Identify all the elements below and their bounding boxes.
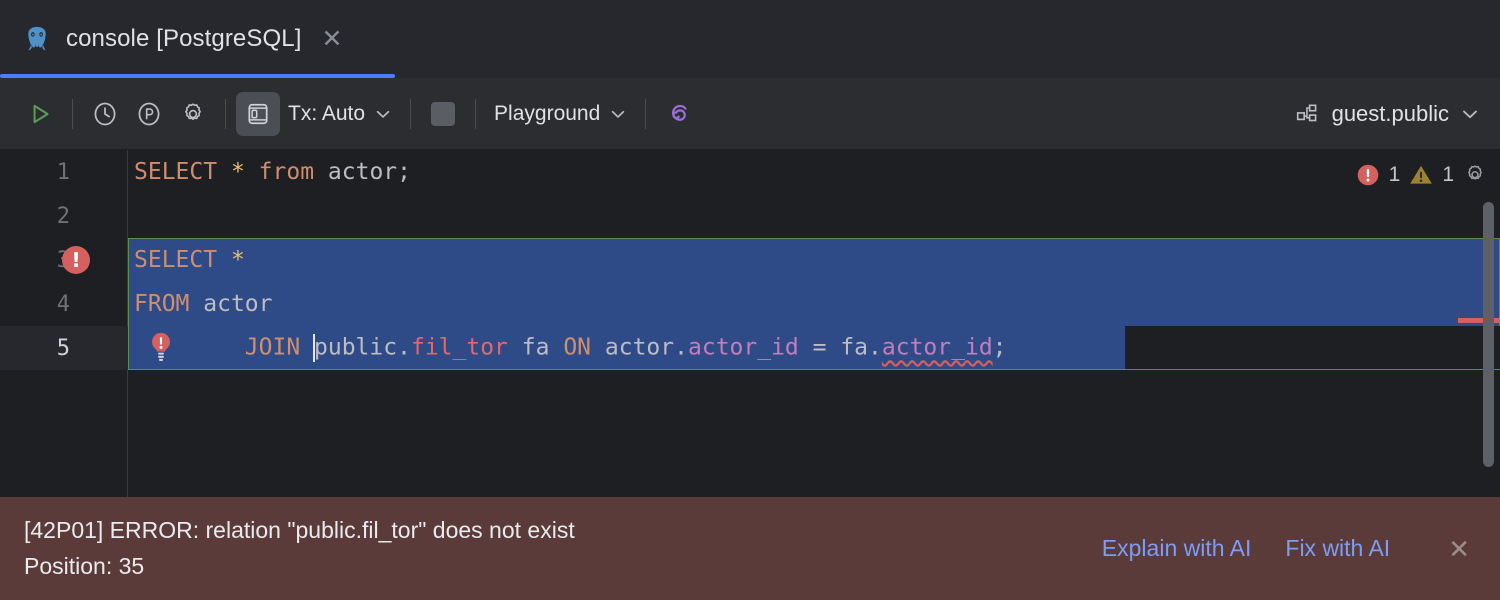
warning-count: 1 — [1442, 163, 1454, 187]
code-line-1[interactable]: SELECT * from actor; — [128, 150, 1500, 194]
stop-icon — [431, 102, 455, 126]
lightbulb-icon[interactable] — [146, 331, 176, 365]
stop-button[interactable] — [421, 92, 465, 136]
settings-button[interactable] — [171, 92, 215, 136]
fix-with-ai-link[interactable]: Fix with AI — [1285, 535, 1390, 562]
parameters-p-icon — [135, 100, 163, 128]
inspections-gear-icon[interactable] — [1462, 162, 1488, 188]
line-number: 1 — [57, 160, 70, 185]
error-message: [42P01] ERROR: relation "public.fil_tor"… — [24, 513, 575, 584]
line-number: 5 — [57, 336, 70, 361]
warning-triangle-icon[interactable] — [1408, 162, 1434, 188]
tab-console-postgresql[interactable]: console [PostgreSQL] ✕ — [0, 0, 366, 78]
postgresql-elephant-icon — [22, 24, 52, 54]
inspections-widget[interactable]: 1 1 — [1355, 162, 1488, 188]
gutter-row-1: 1 — [0, 150, 128, 194]
transaction-mode-dropdown[interactable]: Tx: Auto — [280, 102, 400, 126]
code-line-4-text: FROM actor — [128, 291, 273, 317]
gear-icon — [179, 100, 207, 128]
code-line-5[interactable]: JOIN public.fil_tor fa ON actor.actor_id… — [128, 326, 1500, 370]
explain-with-ai-link[interactable]: Explain with AI — [1102, 535, 1252, 562]
code-line-4[interactable]: FROM actor — [128, 282, 1500, 326]
tab-bar: console [PostgreSQL] ✕ — [0, 0, 1500, 78]
tab-title: console [PostgreSQL] — [66, 25, 301, 53]
datagrip-console-window: console [PostgreSQL] ✕ — [0, 0, 1500, 600]
line-number: 2 — [57, 204, 70, 229]
code-line-3-text: SELECT * — [128, 247, 245, 273]
code-line-3[interactable]: SELECT * — [128, 238, 1500, 282]
ai-assistant-button[interactable] — [656, 92, 700, 136]
tab-close-icon[interactable]: ✕ — [321, 27, 342, 52]
run-icon — [27, 101, 53, 127]
history-button[interactable] — [83, 92, 127, 136]
toolbar-separator-3 — [410, 99, 411, 129]
gutter-error-icon[interactable]: ! — [62, 246, 90, 274]
gutter-row-4: 4 — [0, 282, 128, 326]
error-banner: [42P01] ERROR: relation "public.fil_tor"… — [0, 497, 1500, 600]
gutter-row-3: 3 ! — [0, 238, 128, 282]
run-button[interactable] — [18, 92, 62, 136]
code-area[interactable]: SELECT * from actor; SELECT * FROM actor — [128, 150, 1500, 497]
code-line-2[interactable] — [128, 194, 1500, 238]
chevron-down-icon — [1460, 104, 1480, 124]
editor-layout-icon — [245, 101, 271, 127]
toolbar-separator-4 — [475, 99, 476, 129]
session-dropdown[interactable]: Playground — [486, 102, 635, 126]
close-banner-icon[interactable]: ✕ — [1448, 536, 1470, 562]
schema-selector[interactable]: guest.public — [1289, 101, 1486, 127]
sql-editor[interactable]: 1 2 3 ! 4 5 SELECT * from actor; — [0, 150, 1500, 497]
console-toolbar: Tx: Auto Playground — [0, 78, 1500, 150]
session-label: Playground — [494, 102, 600, 126]
chevron-down-icon — [374, 105, 392, 123]
error-circle-icon[interactable] — [1355, 162, 1381, 188]
editor-layout-button[interactable] — [236, 92, 280, 136]
line-number: 4 — [57, 292, 70, 317]
error-banner-actions: Explain with AI Fix with AI ✕ — [1102, 535, 1470, 562]
editor-vertical-scrollbar[interactable] — [1483, 202, 1494, 467]
code-line-5-text: JOIN public.fil_tor fa ON actor.actor_id… — [128, 334, 1007, 362]
code-line-1-text: SELECT * from actor; — [128, 159, 411, 185]
chevron-down-icon — [609, 105, 627, 123]
ai-assistant-icon — [664, 100, 692, 128]
schema-label: guest.public — [1332, 101, 1449, 127]
error-count: 1 — [1389, 163, 1401, 187]
schema-hierarchy-icon — [1295, 101, 1321, 127]
gutter-row-5: 5 — [0, 326, 128, 370]
parameters-button[interactable] — [127, 92, 171, 136]
toolbar-separator-1 — [72, 99, 73, 129]
editor-gutter[interactable]: 1 2 3 ! 4 5 — [0, 150, 128, 497]
toolbar-separator-2 — [225, 99, 226, 129]
toolbar-separator-5 — [645, 99, 646, 129]
transaction-mode-label: Tx: Auto — [288, 102, 365, 126]
gutter-row-2: 2 — [0, 194, 128, 238]
history-clock-icon — [91, 100, 119, 128]
